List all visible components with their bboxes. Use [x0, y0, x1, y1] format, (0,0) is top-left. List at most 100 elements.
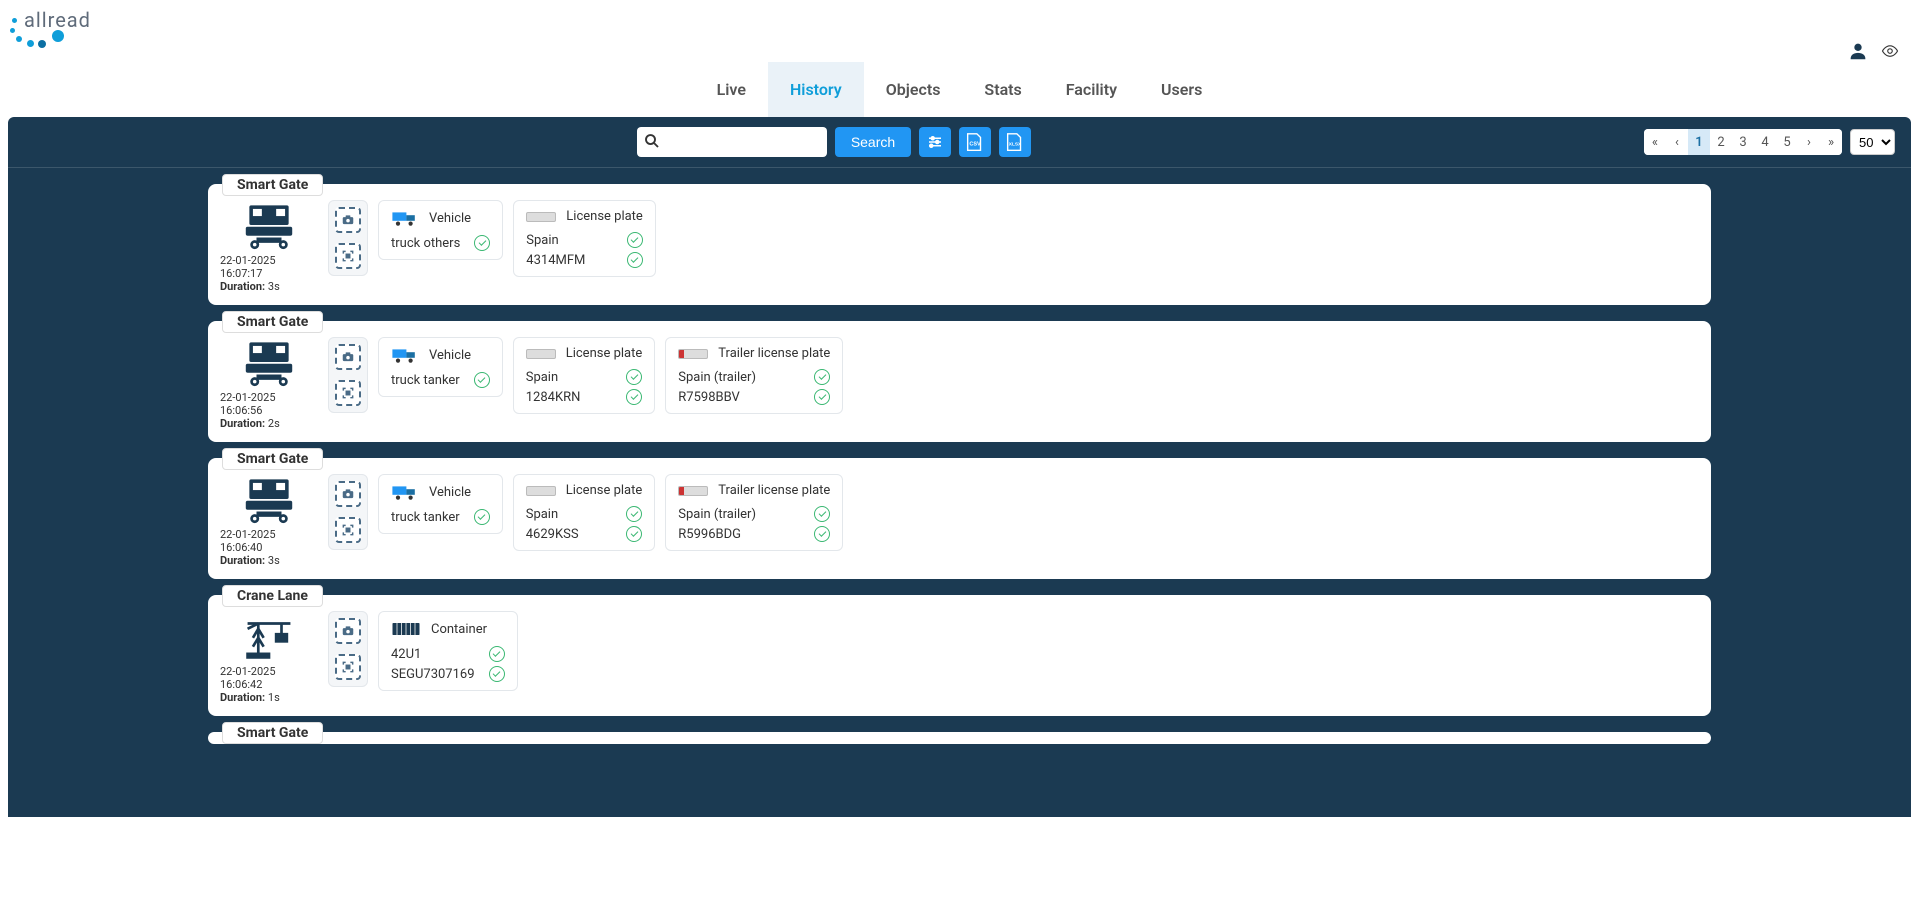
page-4[interactable]: 4	[1754, 129, 1776, 155]
page-5[interactable]: 5	[1776, 129, 1798, 155]
focus-button[interactable]	[335, 517, 361, 543]
nav-live[interactable]: Live	[695, 62, 768, 117]
info-card-trailer: Trailer license plate Spain (trailer) R759…	[665, 337, 843, 414]
record: Crane Lane22-01-2025 16:06:42Duration: 1…	[208, 595, 1711, 716]
search-input[interactable]	[637, 127, 827, 157]
container-icon	[391, 620, 421, 638]
camera-button[interactable]	[335, 481, 361, 507]
focus-button[interactable]	[335, 380, 361, 406]
nav-objects[interactable]: Objects	[864, 62, 963, 117]
info-value: Spain	[526, 233, 558, 248]
info-row: SEGU7307169	[391, 666, 505, 682]
record-thumbnail[interactable]: 22-01-2025 16:07:17Duration: 3s	[220, 200, 318, 293]
record-title: Smart Gate	[222, 174, 323, 196]
card-label: Vehicle	[429, 348, 471, 363]
check-icon	[814, 369, 830, 385]
check-icon	[626, 369, 642, 385]
card-label: Trailer license plate	[718, 346, 830, 361]
info-row: Spain	[526, 232, 643, 248]
page-prev[interactable]: ‹	[1666, 129, 1688, 155]
info-value: Spain	[526, 507, 558, 522]
record-title: Smart Gate	[222, 311, 323, 333]
record-timestamp: 22-01-2025 16:06:56	[220, 391, 318, 417]
info-row: truck tanker	[391, 372, 490, 388]
nav-users[interactable]: Users	[1139, 62, 1224, 117]
focus-button[interactable]	[335, 243, 361, 269]
trailer-plate-icon	[678, 486, 708, 496]
page-1[interactable]: 1	[1688, 129, 1710, 155]
info-card-vehicle: Vehicletruck tanker	[378, 474, 503, 534]
filter-button[interactable]	[919, 127, 951, 157]
page-first[interactable]: «	[1644, 129, 1666, 155]
info-value: Spain (trailer)	[678, 370, 756, 385]
check-icon	[626, 526, 642, 542]
brand-logo: allread	[10, 10, 91, 46]
record-timestamp: 22-01-2025 16:06:42	[220, 665, 318, 691]
nav-stats[interactable]: Stats	[962, 62, 1043, 117]
check-icon	[626, 389, 642, 405]
info-row: R5996BDG	[678, 526, 830, 542]
page-3[interactable]: 3	[1732, 129, 1754, 155]
camera-button[interactable]	[335, 207, 361, 233]
plate-icon	[526, 349, 556, 359]
page-next[interactable]: ›	[1798, 129, 1820, 155]
eye-toggle-icon[interactable]	[1881, 42, 1899, 60]
info-value: SEGU7307169	[391, 667, 475, 682]
info-value: 4314MFM	[526, 253, 585, 268]
record-title: Smart Gate	[222, 722, 323, 744]
record-actions	[328, 200, 368, 276]
info-value: truck tanker	[391, 373, 460, 388]
page-last[interactable]: »	[1820, 129, 1842, 155]
check-icon	[814, 506, 830, 522]
pagination: «‹12345›»	[1644, 129, 1842, 155]
record-timestamp: 22-01-2025 16:06:40	[220, 528, 318, 554]
card-label: License plate	[566, 346, 643, 361]
truck-icon	[391, 346, 419, 364]
info-row: Spain	[526, 506, 643, 522]
record-thumbnail[interactable]: 22-01-2025 16:06:40Duration: 3s	[220, 474, 318, 567]
record-thumbnail[interactable]: 22-01-2025 16:06:56Duration: 2s	[220, 337, 318, 430]
nav-history[interactable]: History	[768, 62, 864, 117]
plate-icon	[526, 212, 556, 222]
card-label: License plate	[566, 209, 643, 224]
nav-facility[interactable]: Facility	[1044, 62, 1139, 117]
info-value: truck others	[391, 236, 460, 251]
search-button[interactable]: Search	[835, 127, 911, 157]
info-value: R7598BBV	[678, 390, 740, 405]
info-card-plate: License plateSpain4629KSS	[513, 474, 656, 551]
info-row: truck others	[391, 235, 490, 251]
record-timestamp: 22-01-2025 16:07:17	[220, 254, 318, 280]
check-icon	[489, 646, 505, 662]
info-value: Spain	[526, 370, 558, 385]
export-csv-button[interactable]: CSV	[959, 127, 991, 157]
record-actions	[328, 337, 368, 413]
check-icon	[627, 232, 643, 248]
info-row: 4314MFM	[526, 252, 643, 268]
info-row: Spain	[526, 369, 643, 385]
export-xlsx-button[interactable]: XLSX	[999, 127, 1031, 157]
record-duration: Duration: 3s	[220, 554, 318, 567]
info-card-plate: License plate Spain 4314MFM	[513, 200, 656, 277]
record: Smart Gate22-01-2025 16:06:56Duration: 2…	[208, 321, 1711, 442]
truck-icon	[391, 483, 419, 501]
info-row: truck tanker	[391, 509, 490, 525]
camera-button[interactable]	[335, 344, 361, 370]
record-actions	[328, 474, 368, 550]
info-row: 4629KSS	[526, 526, 643, 542]
record: Smart Gate22-01-2025 16:06:40Duration: 3…	[208, 458, 1711, 579]
focus-button[interactable]	[335, 654, 361, 680]
record-title: Smart Gate	[222, 448, 323, 470]
brand-text: allread	[24, 8, 91, 32]
record-thumbnail[interactable]: 22-01-2025 16:06:42Duration: 1s	[220, 611, 318, 704]
user-icon[interactable]	[1847, 40, 1869, 62]
page-size-select[interactable]: 50	[1850, 129, 1895, 155]
page-2[interactable]: 2	[1710, 129, 1732, 155]
info-card-vehicle: Vehicletruck others	[378, 200, 503, 260]
camera-button[interactable]	[335, 618, 361, 644]
card-label: Container	[431, 622, 487, 637]
info-card-plate: License plateSpain1284KRN	[513, 337, 656, 414]
main-nav: LiveHistoryObjectsStatsFacilityUsers	[0, 62, 1919, 117]
svg-text:XLSX: XLSX	[1009, 142, 1022, 148]
check-icon	[627, 252, 643, 268]
truck-icon	[391, 209, 419, 227]
